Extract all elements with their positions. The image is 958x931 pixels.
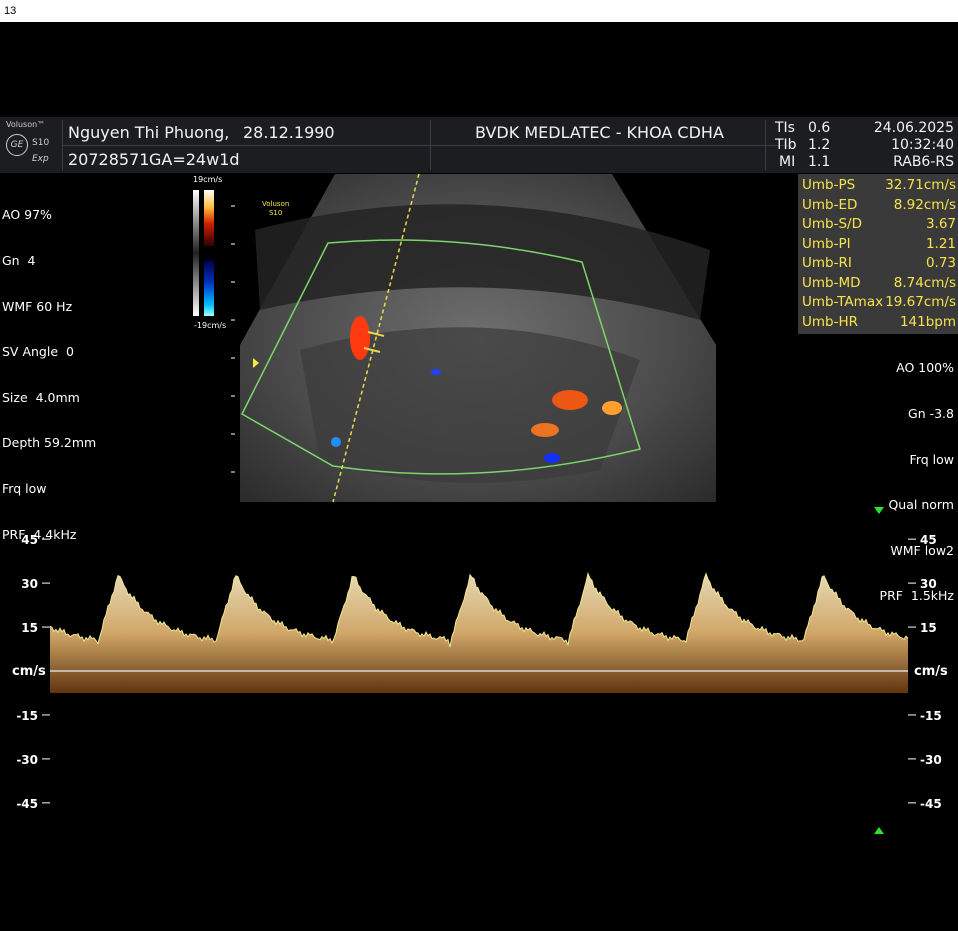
velocity-tick-right: -15 — [920, 709, 942, 723]
velocity-tick-left: -15 — [16, 709, 38, 723]
velocity-tick-right: -45 — [920, 797, 942, 811]
velocity-tick-left: 30 — [21, 577, 38, 591]
unit-label-left: cm/s — [12, 664, 46, 679]
velocity-tick-left: 45 — [21, 533, 38, 547]
marker-top-icon — [874, 507, 884, 514]
velocity-tick-left: -45 — [16, 797, 38, 811]
velocity-tick-right: 15 — [920, 621, 937, 635]
marker-bottom-icon — [874, 827, 884, 834]
spectral-doppler: 45 30 15 -15 -30 -45 45 30 15 -15 -30 -45 — [16, 507, 942, 834]
unit-label-right: cm/s — [914, 664, 948, 679]
velocity-tick-left: -30 — [16, 753, 38, 767]
velocity-tick-left: 15 — [21, 621, 38, 635]
velocity-tick-right: 45 — [920, 533, 937, 547]
velocity-tick-right: -30 — [920, 753, 942, 767]
velocity-tick-right: 30 — [920, 577, 937, 591]
